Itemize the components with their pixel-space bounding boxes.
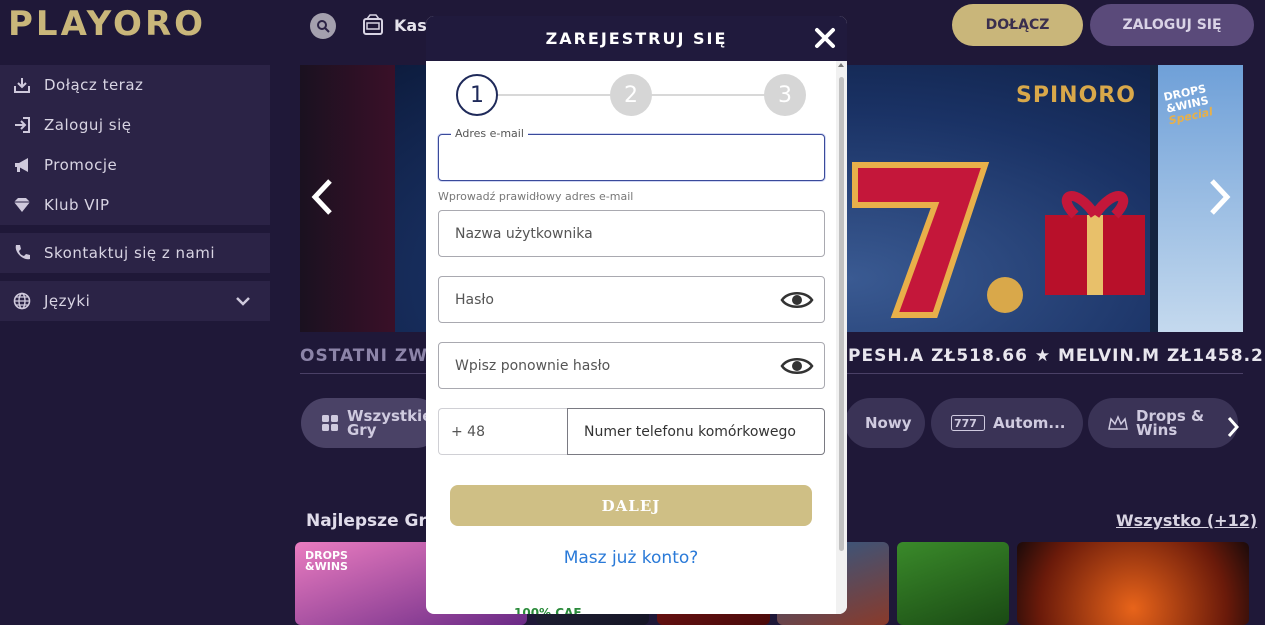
sidebar-item-label: Skontaktuj się z nami (44, 244, 216, 262)
eye-icon[interactable] (780, 355, 814, 377)
sidebar-item-label: Klub VIP (44, 196, 110, 214)
category-drops-line2: Wins (1136, 421, 1178, 439)
diamond-icon (12, 195, 32, 215)
svg-text:777: 777 (954, 417, 977, 430)
step-3-indicator: 3 (764, 74, 806, 116)
download-icon (12, 75, 32, 95)
sidebar-item-join[interactable]: Dołącz teraz (0, 65, 270, 105)
category-all-line2: Gry (347, 421, 377, 439)
game-tile[interactable] (1017, 542, 1249, 625)
ticker-title: OSTATNI ZW (300, 346, 428, 366)
scroll-up-arrow-icon[interactable] (838, 63, 844, 67)
eye-icon[interactable] (780, 289, 814, 311)
site-logo[interactable]: PLAYORO (8, 4, 206, 44)
view-all-games-link[interactable]: Wszystko (+12) (1116, 511, 1257, 530)
grid-icon (322, 415, 338, 431)
next-button[interactable]: DALEJ (450, 485, 812, 526)
close-icon[interactable] (811, 24, 839, 52)
banner-brand-text: SPINORO (1016, 83, 1136, 108)
category-all-games[interactable]: Wszystkie Gry (301, 398, 441, 448)
confirm-password-field[interactable] (438, 342, 825, 389)
phone-number-field[interactable] (567, 408, 825, 455)
join-button[interactable]: DOŁĄCZ (952, 4, 1083, 46)
lucky-seven-icon (852, 162, 1023, 318)
crown-icon (1108, 415, 1128, 430)
email-field[interactable]: Adres e-mail (438, 127, 825, 181)
sidebar-main-block: Dołącz teraz Zaloguj się Promocje Klub V… (0, 65, 270, 225)
password-field[interactable] (438, 276, 825, 323)
category-slots-label: Autom... (993, 414, 1066, 432)
sidebar-item-login[interactable]: Zaloguj się (0, 105, 270, 145)
triple-seven-icon: 777 (951, 415, 985, 431)
country-code-select[interactable]: + 48 (438, 408, 568, 455)
login-button[interactable]: ZALOGUJ SIĘ (1090, 4, 1254, 46)
modal-content-peek: 100% CAF (514, 606, 582, 614)
step-1-indicator: 1 (456, 74, 498, 116)
categories-next-icon[interactable] (1226, 415, 1240, 445)
search-button[interactable] (310, 13, 336, 39)
chevron-down-icon (236, 292, 250, 310)
sidebar-item-label: Języki (44, 292, 91, 310)
sidebar-item-label: Promocje (44, 156, 118, 174)
modal-title: ZAREJESTRUJ SIĘ (545, 29, 728, 48)
slot-machine-icon (363, 14, 383, 35)
sidebar-languages-block: Języki (0, 281, 270, 321)
sidebar-item-label: Zaloguj się (44, 116, 132, 134)
phone-icon (12, 243, 32, 263)
category-new-label: Nowy (865, 414, 912, 432)
game-tile[interactable] (897, 542, 1009, 625)
username-input[interactable] (439, 211, 824, 256)
category-drops-wins[interactable]: Drops & Wins (1088, 398, 1238, 448)
drops-wins-badge: DROPS &WINS (305, 550, 348, 572)
step-2-indicator: 2 (610, 74, 652, 116)
sidebar: Dołącz teraz Zaloguj się Promocje Klub V… (0, 65, 270, 329)
category-drops-label: Drops & Wins (1136, 409, 1204, 439)
search-icon (317, 20, 330, 33)
category-slots[interactable]: 777 Autom... (931, 398, 1083, 448)
phone-number-input[interactable] (568, 409, 824, 454)
password-input[interactable] (439, 277, 824, 322)
modal-header: ZAREJESTRUJ SIĘ (426, 16, 847, 61)
email-hint: Wprowadź prawidłowy adres e-mail (438, 190, 634, 203)
carousel-next-arrow-icon[interactable] (1208, 178, 1232, 225)
confirm-password-input[interactable] (439, 343, 824, 388)
have-account-link[interactable]: Masz już konto? (426, 548, 836, 568)
scroll-thumb[interactable] (839, 77, 844, 551)
registration-modal: ZAREJESTRUJ SIĘ 1 2 3 Adres e-mail Wprow… (426, 16, 847, 614)
megaphone-icon (12, 155, 32, 175)
phone-field: + 48 (438, 408, 825, 455)
casino-nav-label: Kas (394, 15, 427, 35)
drops-badge-bottom: &WINS (305, 560, 348, 573)
email-input[interactable] (439, 135, 824, 180)
category-all-label: Wszystkie Gry (347, 409, 432, 439)
registration-stepper: 1 2 3 (456, 74, 806, 116)
gift-box-icon (1045, 191, 1145, 295)
modal-scrollbar[interactable] (836, 61, 847, 614)
username-field[interactable] (438, 210, 825, 257)
sidebar-contact-block: Skontaktuj się z nami (0, 233, 270, 273)
login-icon (12, 115, 32, 135)
sidebar-item-label: Dołącz teraz (44, 76, 144, 94)
casino-nav-link[interactable]: Kas (362, 14, 427, 36)
carousel-prev-arrow-icon[interactable] (310, 178, 334, 225)
ticker-text: PESH.A ZŁ518.66 ★ MELVIN.M ZŁ1458.2 (848, 346, 1264, 366)
globe-icon (12, 291, 32, 311)
category-new[interactable]: Nowy (845, 398, 925, 448)
sidebar-item-vip[interactable]: Klub VIP (0, 185, 270, 225)
sidebar-item-languages[interactable]: Języki (0, 281, 270, 321)
section-title-top-games: Najlepsze Gry (306, 511, 438, 531)
sidebar-item-contact[interactable]: Skontaktuj się z nami (0, 233, 270, 273)
sidebar-item-promotions[interactable]: Promocje (0, 145, 270, 185)
